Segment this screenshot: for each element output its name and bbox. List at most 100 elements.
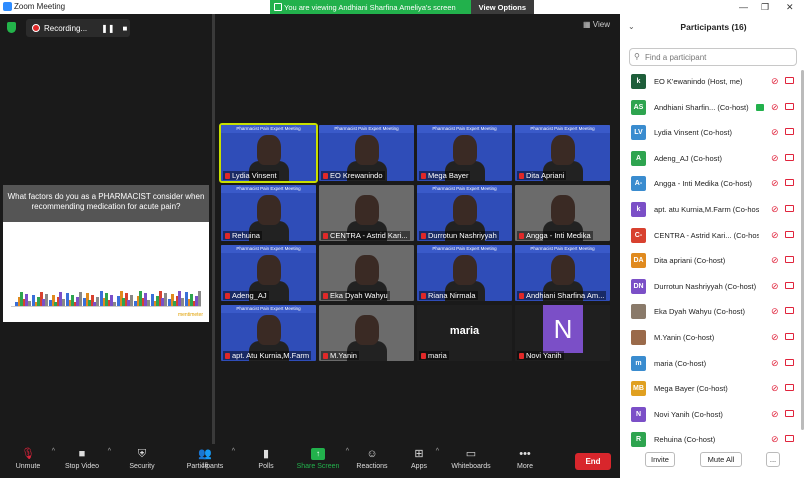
tile-name-label: EO Krewanindo [321, 171, 385, 180]
video-tile[interactable]: Pharmacist Pain Expert Meeting Rehuina [221, 185, 316, 241]
close-icon[interactable]: ✕ [786, 2, 794, 13]
participant-face [257, 315, 281, 345]
recording-indicator: Recording... ❚❚ ■ [26, 19, 130, 37]
video-tile[interactable]: maria maria [417, 305, 512, 361]
participant-row[interactable]: M.Yanin (Co-host) ⊘ [620, 326, 801, 352]
video-tile[interactable]: Eka Dyah Wahyu [319, 245, 414, 301]
whiteboard-icon: ▭ [465, 448, 477, 460]
participant-row[interactable]: C- CENTRA - Astrid Kari... (Co-host) ⊘ [620, 224, 801, 250]
participant-row[interactable]: DN Durrotun Nashriyyah (Co-host) ⊘ [620, 275, 801, 301]
pause-recording-icon[interactable]: ❚❚ [101, 24, 114, 33]
muted-mic-icon: ⊘ [771, 178, 779, 189]
avatar: m [631, 355, 646, 371]
participant-name: Novi Yanih (Co-host) [654, 409, 723, 419]
chevron-up-icon[interactable]: ^ [346, 448, 349, 455]
tile-name-label: maria [419, 351, 449, 360]
participant-row[interactable]: DA Dita apriani (Co-host) ⊘ [620, 249, 801, 275]
invite-button[interactable]: Invite [645, 452, 675, 467]
window-title: Zoom Meeting [14, 2, 66, 11]
participant-row[interactable]: AS Andhiani Sharfin... (Co-host) ⊘ [620, 96, 801, 122]
muted-mic-icon: ⊘ [771, 306, 779, 317]
whiteboards-button[interactable]: ▭ Whiteboards [450, 448, 492, 470]
participants-button[interactable]: 👥16 Participants ^ [184, 448, 235, 470]
search-icon: ⚲ [634, 52, 640, 61]
avatar: A [631, 150, 646, 166]
video-tile[interactable]: M.Yanin [319, 305, 414, 361]
reactions-button[interactable]: ☺ Reactions [356, 448, 388, 470]
more-dots-icon: ••• [519, 448, 531, 460]
muted-mic-icon: ⊘ [771, 280, 779, 291]
participant-face [551, 135, 575, 165]
tile-name-label: M.Yanin [321, 351, 359, 360]
participant-row[interactable]: LV Lydia Vinsent (Co-host) ⊘ [620, 121, 801, 147]
participant-face [257, 195, 281, 225]
panel-title: Participants (16) [680, 22, 747, 32]
participant-row[interactable]: k EO K'ewanindo (Host, me) ⊘ [620, 70, 801, 96]
video-tile[interactable]: Pharmacist Pain Expert Meeting Adeng_AJ [221, 245, 316, 301]
participant-row[interactable]: MB Mega Bayer (Co-host) ⊘ [620, 377, 801, 403]
slide-chart-bar [163, 293, 167, 306]
minimize-icon[interactable]: — [739, 2, 748, 12]
mute-all-button[interactable]: Mute All [700, 452, 742, 467]
meeting-toolbar: 🎙 Unmute ^ ■ Stop Video ^ ⛨ Security 👥16… [0, 444, 620, 478]
participant-row[interactable]: R Rehuina (Co-host) ⊘ [620, 428, 801, 454]
apps-button[interactable]: ⊞ Apps ^ [408, 448, 439, 470]
polls-button[interactable]: ▮ Polls [252, 448, 280, 470]
tile-name-label: Eka Dyah Wahyu [321, 291, 390, 300]
chevron-up-icon[interactable]: ^ [232, 448, 235, 455]
security-label: Security [129, 463, 155, 470]
video-tile[interactable]: CENTRA - Astrid Kari... [319, 185, 414, 241]
search-input[interactable]: ⚲ Find a participant [629, 48, 797, 66]
video-off-icon [785, 435, 794, 443]
video-off-icon [785, 409, 794, 417]
participant-row[interactable]: N Novi Yanih (Co-host) ⊘ [620, 403, 801, 429]
participant-face [257, 135, 281, 165]
muted-mic-icon: ⊘ [771, 152, 779, 163]
video-tile[interactable]: Pharmacist Pain Expert Meeting Mega Bayer [417, 125, 512, 181]
tile-banner: Pharmacist Pain Expert Meeting [417, 185, 512, 193]
avatar: C- [631, 227, 646, 243]
participant-name: Angga - Inti Medika (Co-host) [654, 179, 752, 189]
video-tile[interactable]: Angga - Inti Medika [515, 185, 610, 241]
security-button[interactable]: ⛨ Security [126, 448, 158, 470]
split-divider[interactable] [212, 14, 215, 444]
polls-label: Polls [258, 463, 274, 470]
view-options-button[interactable]: View Options [470, 0, 534, 14]
tile-banner: Pharmacist Pain Expert Meeting [221, 125, 316, 133]
participant-name: Dita apriani (Co-host) [654, 256, 726, 266]
muted-mic-icon: ⊘ [771, 76, 779, 86]
share-screen-button[interactable]: ↑ Share Screen ^ [296, 448, 349, 470]
participant-list-scrollbar[interactable] [801, 70, 804, 430]
participant-row[interactable]: A Adeng_AJ (Co-host) ⊘ [620, 147, 801, 173]
participant-row[interactable]: A- Angga - Inti Medika (Co-host) ⊘ [620, 172, 801, 198]
participant-name: Eka Dyah Wahyu (Co-host) [654, 307, 746, 317]
video-tile[interactable]: Pharmacist Pain Expert Meeting Riana Nirm… [417, 245, 512, 301]
participant-row[interactable]: m maria (Co-host) ⊘ [620, 352, 801, 378]
chevron-up-icon[interactable]: ^ [52, 448, 55, 455]
end-meeting-button[interactable]: End [575, 453, 611, 470]
more-options-button[interactable]: ... [766, 452, 780, 467]
more-button[interactable]: ••• More [514, 448, 536, 470]
tile-banner: Pharmacist Pain Expert Meeting [417, 125, 512, 133]
video-tile[interactable]: Pharmacist Pain Expert Meeting Dita Apria… [515, 125, 610, 181]
restore-icon[interactable]: ❐ [761, 2, 769, 13]
video-off-icon [785, 256, 794, 264]
video-tile[interactable]: Pharmacist Pain Expert Meeting Durrotun N… [417, 185, 512, 241]
unmute-button[interactable]: 🎙 Unmute ^ [10, 448, 55, 470]
poll-chart-icon: ▮ [262, 448, 270, 460]
slide-chart-bar [112, 302, 116, 306]
video-tile[interactable]: Pharmacist Pain Expert Meeting Lydia Vins… [219, 123, 318, 183]
tile-name-label: Mega Bayer [419, 171, 471, 180]
video-tile[interactable]: N Novi Yanih [515, 305, 610, 361]
participant-name: M.Yanin (Co-host) [654, 332, 715, 342]
view-button[interactable]: ▦ View [583, 20, 610, 29]
participant-row[interactable]: Eka Dyah Wahyu (Co-host) ⊘ [620, 300, 801, 326]
video-tile[interactable]: Pharmacist Pain Expert Meeting Andhiani S… [515, 245, 610, 301]
stop-video-button[interactable]: ■ Stop Video ^ [62, 448, 111, 470]
video-tile[interactable]: Pharmacist Pain Expert Meeting apt. Atu K… [221, 305, 316, 361]
chevron-up-icon[interactable]: ^ [436, 448, 439, 455]
chevron-up-icon[interactable]: ^ [108, 448, 111, 455]
participant-row[interactable]: k apt. atu Kurnia,M.Farm (Co-host) ⊘ [620, 198, 801, 224]
stop-recording-icon[interactable]: ■ [123, 24, 128, 33]
video-tile[interactable]: Pharmacist Pain Expert Meeting EO Krewani… [319, 125, 414, 181]
